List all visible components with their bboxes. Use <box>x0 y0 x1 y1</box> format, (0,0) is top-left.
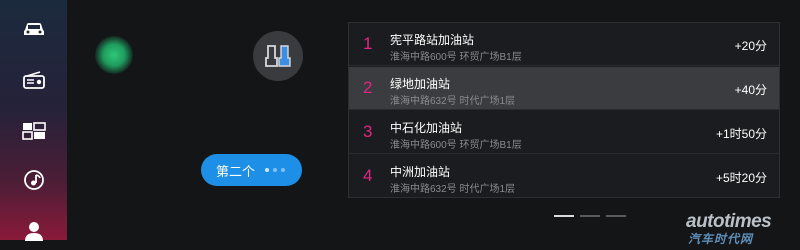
station-name: 中石化加油站 <box>390 121 463 135</box>
sidebar-item-apps[interactable] <box>0 111 67 151</box>
gas-station-list: 1 宪平路站加油站 淮海中路600号 环贸广场B1层 +20分 2 绿地加油站 … <box>348 22 780 198</box>
sidebar-item-user[interactable] <box>0 210 67 250</box>
station-address: 淮海中路632号 时代广场1层 <box>390 96 516 107</box>
extra-time: +40分 <box>734 83 767 97</box>
user-icon <box>24 222 43 241</box>
watermark-logo: autotimes 汽车时代网 <box>686 211 800 246</box>
watermark-subtext: 汽车时代网 <box>688 232 754 246</box>
radio-icon <box>22 71 45 89</box>
apps-grid-icon <box>21 122 46 140</box>
extra-time: +1时50分 <box>715 127 767 141</box>
seats-icon <box>265 45 291 67</box>
sidebar <box>0 0 67 241</box>
car-icon <box>23 23 44 35</box>
list-item[interactable]: 4 中洲加油站 淮海中路632号 时代广场1层 +5时20分 <box>349 155 779 198</box>
status-glow <box>95 36 133 74</box>
music-icon <box>23 170 44 190</box>
station-address: 淮海中路600号 环贸广场B1层 <box>390 140 522 151</box>
page-indicator <box>554 215 626 217</box>
extra-time: +20分 <box>734 39 767 53</box>
seats-button[interactable] <box>253 31 303 81</box>
item-number: 1 <box>363 34 373 53</box>
page-dot-1[interactable] <box>554 215 574 217</box>
pill-label: 第二个 <box>216 163 256 179</box>
station-name: 绿地加油站 <box>390 77 451 91</box>
list-item[interactable]: 2 绿地加油站 淮海中路632号 时代广场1层 +40分 <box>349 67 779 110</box>
sidebar-item-music[interactable] <box>0 160 67 200</box>
list-item[interactable]: 3 中石化加油站 淮海中路600号 环贸广场B1层 +1时50分 <box>349 111 779 154</box>
page-dot-3[interactable] <box>606 215 626 217</box>
item-number: 2 <box>363 78 373 97</box>
extra-time: +5时20分 <box>715 171 767 185</box>
selection-pill-button[interactable]: 第二个 <box>201 154 302 186</box>
sidebar-item-car[interactable] <box>0 9 67 49</box>
station-name: 中洲加油站 <box>390 165 451 179</box>
station-address: 淮海中路632号 时代广场1层 <box>390 184 516 195</box>
list-item[interactable]: 1 宪平路站加油站 淮海中路600号 环贸广场B1层 +20分 <box>349 23 779 66</box>
station-address: 淮海中路600号 环贸广场B1层 <box>390 52 522 63</box>
page-dot-2[interactable] <box>580 215 600 217</box>
item-number: 3 <box>363 122 373 141</box>
sidebar-item-radio[interactable] <box>0 60 67 100</box>
station-name: 宪平路站加油站 <box>390 33 475 47</box>
more-dots-icon <box>265 168 286 172</box>
item-number: 4 <box>363 166 373 185</box>
